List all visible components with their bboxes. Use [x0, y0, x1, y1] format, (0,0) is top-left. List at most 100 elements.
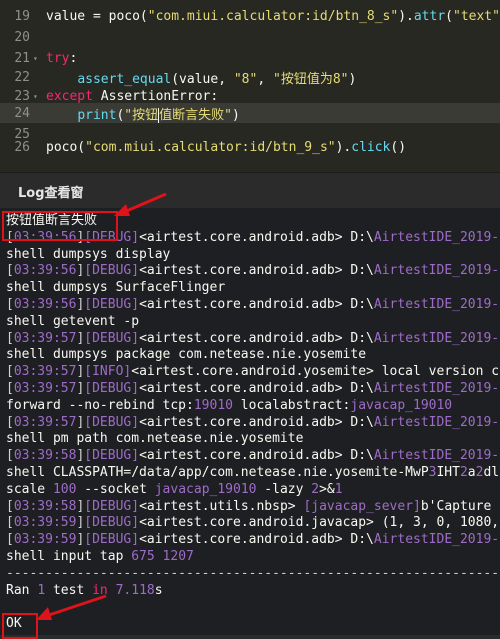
- code-token: in: [92, 583, 108, 598]
- code-token: localabstract:: [233, 398, 350, 413]
- code-text: assert_equal(value, "8", "按钮值为8"): [46, 68, 356, 87]
- code-token: 按钮值断言失败: [6, 213, 97, 228]
- log-line: [03:39:57][DEBUG]<airtest.core.android.a…: [6, 330, 500, 347]
- code-token: >&: [319, 482, 335, 497]
- code-text: print("按钮值断言失败"): [46, 104, 240, 123]
- code-token: [108, 583, 116, 598]
- log-line: ----------------------------------------…: [6, 565, 500, 582]
- code-token: (): [390, 140, 406, 155]
- log-line: [03:39:59][DEBUG]<airtest.core.android.a…: [6, 531, 500, 548]
- code-token: 2: [460, 465, 468, 480]
- code-token: AirtestIDE_2019-09: [374, 381, 500, 396]
- line-number: 20: [0, 30, 46, 45]
- code-line[interactable]: 19value = poco("com.miui.calculator:id/b…: [0, 6, 500, 26]
- code-token: javacap_19010: [350, 398, 452, 413]
- code-token: b'Capture se: [421, 499, 500, 514]
- code-token: Ran: [6, 583, 37, 598]
- code-token: 1: [37, 583, 45, 598]
- code-token: 03:39:59: [14, 532, 77, 547]
- code-token: dlyP: [483, 465, 500, 480]
- log-output[interactable]: 按钮值断言失败 [03:39:56][DEBUG]<airtest.core.an…: [0, 208, 500, 635]
- code-token: 19010: [194, 398, 233, 413]
- log-line: shell getevent -p: [6, 313, 139, 330]
- line-number: 23: [0, 89, 46, 104]
- line-number: 24: [0, 106, 46, 121]
- code-token: shell dumpsys display: [6, 247, 170, 262]
- code-token: a: [468, 465, 476, 480]
- code-token: OK: [6, 616, 22, 631]
- code-line[interactable]: 22 assert_equal(value, "8", "按钮值为8"): [0, 67, 500, 87]
- code-token: ,: [257, 72, 273, 87]
- code-token: attr: [414, 9, 445, 24]
- code-token: [46, 72, 77, 87]
- code-token: shell pm path com.netease.nie.yosemite: [6, 431, 303, 446]
- code-token: "com.miui.calculator:id/btn_9_s": [85, 140, 335, 155]
- log-panel-header: Log查看窗: [0, 172, 500, 209]
- code-token: ): [348, 72, 356, 87]
- code-text: try:: [46, 51, 77, 66]
- code-token: [DEBUG]: [84, 230, 139, 245]
- code-token: ).: [398, 9, 414, 24]
- fold-toggle-icon[interactable]: ▾: [33, 54, 38, 63]
- code-token: print: [77, 108, 116, 123]
- code-token: [: [6, 263, 14, 278]
- code-token: <airtest.core.android.javacap> (1, 3, 0,…: [139, 515, 500, 530]
- code-text: except AssertionError:: [46, 89, 218, 104]
- code-token: :: [69, 51, 77, 66]
- code-token: "com.miui.calculator:id/btn_8_s": [148, 9, 398, 24]
- code-token: 100: [53, 482, 76, 497]
- code-token: [46, 108, 77, 123]
- code-token: ----------------------------------------…: [6, 566, 500, 581]
- code-token: "8": [234, 72, 257, 87]
- code-line[interactable]: 24 print("按钮值断言失败"): [0, 103, 500, 123]
- code-token: 03:39:58: [14, 499, 77, 514]
- code-token: [: [6, 448, 14, 463]
- code-line[interactable]: 21▾try:: [0, 48, 500, 68]
- code-token: AirtestIDE_2019-09: [374, 263, 500, 278]
- log-line: 按钮值断言失败: [6, 212, 97, 229]
- code-token: [DEBUG]: [84, 532, 139, 547]
- line-number: 19: [0, 9, 46, 24]
- code-token: 7.118: [116, 583, 155, 598]
- code-token: scale: [6, 482, 53, 497]
- log-line: shell pm path com.netease.nie.yosemite: [6, 430, 303, 447]
- code-token: [DEBUG]: [84, 331, 139, 346]
- code-editor[interactable]: 19value = poco("com.miui.calculator:id/b…: [0, 0, 500, 172]
- code-token: shell getevent -p: [6, 314, 139, 329]
- code-token: AirtestIDE_2019-09: [374, 532, 500, 547]
- log-line: [03:39:57][DEBUG]<airtest.core.android.a…: [6, 414, 500, 431]
- code-token: ): [232, 108, 240, 123]
- log-line: [03:39:56][DEBUG]<airtest.core.android.a…: [6, 296, 500, 313]
- code-token: try: [46, 51, 69, 66]
- code-token: IHT: [436, 465, 459, 480]
- code-token: [DEBUG]: [84, 499, 139, 514]
- code-token: (: [445, 9, 453, 24]
- code-text: value = poco("com.miui.calculator:id/btn…: [46, 9, 500, 24]
- code-token: [: [6, 364, 14, 379]
- fold-toggle-icon[interactable]: ▾: [33, 92, 38, 101]
- code-token: <airtest.core.android.adb> D:\: [139, 532, 374, 547]
- code-token: "按钮值为8": [273, 72, 348, 87]
- code-token: except: [46, 89, 93, 104]
- code-token: 03:39:57: [14, 415, 77, 430]
- code-line[interactable]: 26poco("com.miui.calculator:id/btn_9_s")…: [0, 137, 500, 157]
- code-token: shell input tap: [6, 549, 131, 564]
- code-line[interactable]: 20: [0, 27, 500, 47]
- log-panel-title: Log查看窗: [0, 182, 84, 201]
- code-token: <airtest.core.android.adb> D:\: [139, 263, 374, 278]
- code-token: [: [6, 532, 14, 547]
- code-token: 03:39:58: [14, 448, 77, 463]
- code-token: <airtest.core.android.yosemite> local ve…: [131, 364, 500, 379]
- code-token: <airtest.core.android.adb> D:\: [139, 415, 374, 430]
- line-number: 26: [0, 140, 46, 155]
- code-token: <airtest.core.android.adb> D:\: [139, 448, 374, 463]
- code-token: <airtest.core.android.adb> D:\: [139, 331, 374, 346]
- code-token: (value,: [171, 72, 234, 87]
- log-line: shell dumpsys package com.netease.nie.yo…: [6, 346, 366, 363]
- log-line: Ran 1 test in 7.118s: [6, 582, 163, 599]
- log-line: [03:39:57][DEBUG]<airtest.core.android.a…: [6, 380, 500, 397]
- code-token: 03:39:57: [14, 381, 77, 396]
- code-token: 03:39:57: [14, 364, 77, 379]
- log-line: scale 100 --socket javacap_19010 -lazy 2…: [6, 481, 343, 498]
- code-token: [INFO]: [84, 364, 131, 379]
